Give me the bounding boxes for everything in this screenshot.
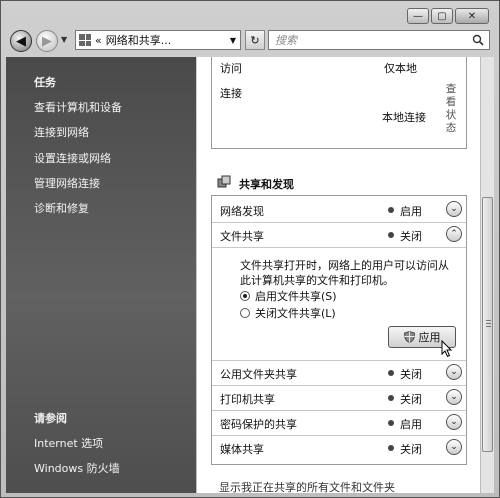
chevron-down-icon: ⌄ (450, 416, 458, 427)
media-sharing-expand-button[interactable]: ⌄ (446, 439, 462, 455)
address-prefix: « (95, 33, 102, 47)
public-folder-sharing-status: 关闭 (400, 368, 422, 381)
window-caption-buttons: — ▢ ✕ (407, 8, 489, 24)
search-placeholder: 搜索 (275, 34, 297, 47)
refresh-button[interactable]: ↻ (245, 30, 265, 50)
uac-shield-icon (403, 331, 415, 343)
view-status-char: 查 (445, 83, 457, 95)
status-dot-icon (388, 207, 394, 213)
arrow-left-icon: ◀ (16, 33, 26, 49)
public-folder-sharing-label: 公用文件夹共享 (220, 368, 297, 381)
network-discovery-status: 启用 (400, 205, 422, 218)
chevron-down-icon: ⌄ (450, 366, 458, 377)
chevron-up-icon: ⌃ (450, 228, 458, 239)
view-status-link[interactable]: 查 看 状 态 (445, 83, 457, 135)
sidebar-link-connect-network[interactable]: 连接到网络 (34, 124, 89, 140)
file-sharing-label: 文件共享 (220, 230, 264, 243)
disable-file-sharing-radio[interactable] (240, 308, 250, 318)
main-content: 访问 仅本地 连接 本地连接 查 看 状 态 共享和发现 网络发现 启用 ⌄ 文… (197, 57, 480, 493)
task-sidebar: 任务 查看计算机和设备 连接到网络 设置连接或网络 管理网络连接 诊断和修复 请… (6, 57, 196, 493)
password-protected-sharing-label: 密码保护的共享 (220, 418, 297, 431)
view-status-char: 态 (445, 122, 457, 134)
sidebar-link-setup-connection[interactable]: 设置连接或网络 (34, 150, 111, 166)
access-label: 访问 (220, 62, 242, 75)
scrollbar-thumb[interactable] (482, 197, 493, 452)
chevron-down-icon: ⌄ (450, 203, 458, 214)
file-sharing-description-2: 此计算机共享的文件和打印机。 (240, 274, 394, 287)
printer-sharing-status: 关闭 (400, 393, 422, 406)
chevron-down-icon: ⌄ (450, 441, 458, 452)
forward-button[interactable]: ▶ (36, 30, 58, 52)
mouse-cursor-icon (441, 340, 453, 358)
search-box[interactable]: 搜索 (268, 30, 490, 50)
sidebar-link-view-computers[interactable]: 查看计算机和设备 (34, 99, 122, 115)
network-sharing-center-window: — ▢ ✕ ◀ ▶ ▼ « 网络和共享... ▼ ↻ 搜索 任务 查看计算机和设… (0, 0, 500, 498)
connection-value: 本地连接 (382, 111, 426, 124)
grip-line (486, 323, 491, 324)
view-status-char: 看 (445, 96, 457, 108)
file-sharing-description: 文件共享打开时，网络上的用户可以访问从 (240, 259, 449, 272)
access-value: 仅本地 (384, 62, 417, 75)
row-divider (212, 410, 466, 411)
enable-file-sharing-label[interactable]: 启用文件共享(S) (255, 288, 337, 304)
tasks-heading: 任务 (34, 76, 56, 89)
grip-line (486, 326, 491, 327)
enable-file-sharing-radio[interactable] (240, 291, 250, 301)
view-status-char: 状 (445, 109, 457, 121)
minimize-button[interactable]: — (407, 8, 429, 24)
address-text: 网络和共享... (105, 34, 172, 47)
file-sharing-status: 关闭 (400, 230, 422, 243)
disable-file-sharing-label[interactable]: 关闭文件共享(L) (255, 305, 336, 321)
printer-sharing-expand-button[interactable]: ⌄ (446, 389, 462, 405)
maximize-button[interactable]: ▢ (431, 8, 453, 24)
network-details-panel: 访问 仅本地 连接 本地连接 查 看 状 态 (211, 57, 467, 149)
row-divider (212, 247, 466, 248)
show-shared-files-link[interactable]: 显示我正在共享的所有文件和文件夹 (219, 479, 395, 493)
sharing-icon (217, 175, 231, 188)
refresh-icon: ↻ (250, 33, 260, 47)
sidebar-link-manage-connections[interactable]: 管理网络连接 (34, 175, 100, 191)
network-icon (79, 34, 91, 46)
grip-line (486, 320, 491, 321)
row-divider (212, 435, 466, 436)
connection-label: 连接 (220, 87, 242, 100)
row-divider (212, 385, 466, 386)
network-discovery-expand-button[interactable]: ⌄ (446, 201, 462, 217)
file-sharing-collapse-button[interactable]: ⌃ (446, 226, 462, 242)
arrow-right-icon: ▶ (42, 33, 52, 49)
see-also-heading: 请参阅 (34, 412, 67, 425)
printer-sharing-label: 打印机共享 (220, 393, 275, 406)
status-dot-icon (388, 395, 394, 401)
status-dot-icon (388, 232, 394, 238)
back-button[interactable]: ◀ (10, 30, 32, 52)
recent-pages-dropdown[interactable]: ▼ (61, 35, 67, 44)
row-divider (212, 360, 466, 361)
apply-label: 应用 (418, 331, 441, 344)
status-dot-icon (388, 445, 394, 451)
status-dot-icon (388, 370, 394, 376)
media-sharing-status: 关闭 (400, 443, 422, 456)
sharing-heading: 共享和发现 (239, 178, 294, 191)
address-dropdown-icon[interactable]: ▼ (230, 36, 236, 45)
public-folder-sharing-expand-button[interactable]: ⌄ (446, 364, 462, 380)
password-protected-sharing-status: 启用 (400, 418, 422, 431)
address-bar[interactable]: « 网络和共享... ▼ (75, 30, 241, 50)
sharing-settings-panel: 网络发现 启用 ⌄ 文件共享 关闭 ⌃ 文件共享打开时，网络上的用户可以访问从 … (211, 195, 467, 465)
status-dot-icon (388, 420, 394, 426)
close-button[interactable]: ✕ (455, 8, 489, 24)
network-discovery-label: 网络发现 (220, 205, 264, 218)
sidebar-link-internet-options[interactable]: Internet 选项 (34, 435, 103, 451)
media-sharing-label: 媒体共享 (220, 443, 264, 456)
vertical-scrollbar[interactable] (480, 57, 494, 493)
row-divider (212, 222, 466, 223)
chevron-down-icon: ⌄ (450, 391, 458, 402)
password-protected-sharing-expand-button[interactable]: ⌄ (446, 414, 462, 430)
sidebar-link-windows-firewall[interactable]: Windows 防火墙 (34, 460, 120, 476)
sidebar-link-diagnose-repair[interactable]: 诊断和修复 (34, 200, 89, 216)
search-icon[interactable] (470, 34, 486, 46)
